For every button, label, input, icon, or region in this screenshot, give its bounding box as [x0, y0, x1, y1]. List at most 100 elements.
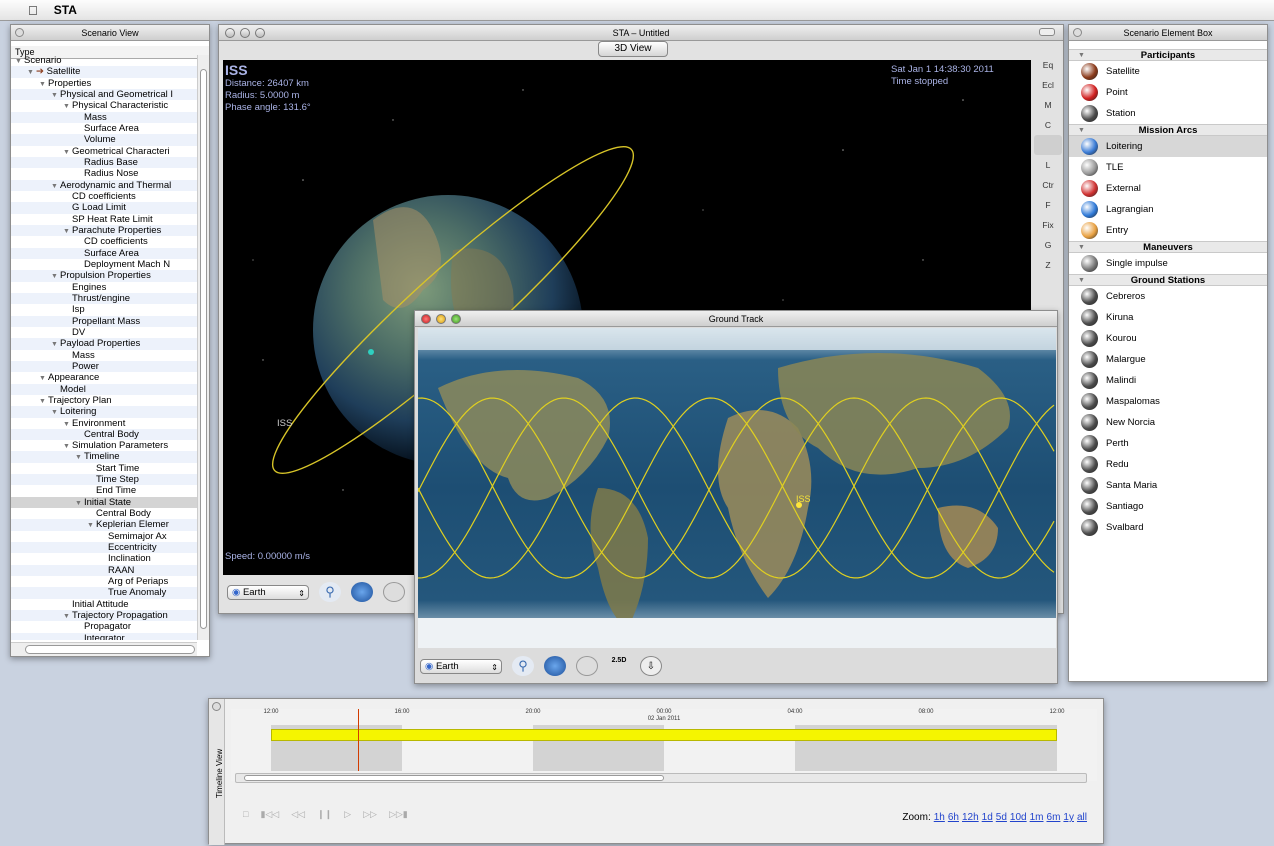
skip-start-icon[interactable]: ▮◁◁	[260, 809, 279, 820]
time-cursor[interactable]	[358, 709, 359, 771]
element-item[interactable]: New Norcia	[1069, 412, 1267, 433]
2-5d-view-icon[interactable]: 2.5D	[608, 656, 630, 676]
play-icon[interactable]: ▷	[344, 809, 351, 820]
close-icon[interactable]	[421, 314, 431, 324]
tree-item[interactable]: ▼ Parachute Properties	[11, 224, 197, 237]
tree-item[interactable]: Arg of Periaps	[11, 576, 197, 587]
disclosure-triangle-icon[interactable]: ▼	[39, 396, 48, 407]
tree-item[interactable]: Central Body	[11, 428, 197, 441]
disclosure-triangle-icon[interactable]: ▼	[75, 452, 84, 463]
tree-item[interactable]: ▼ Aerodynamic and Thermal	[11, 179, 197, 192]
element-item[interactable]: Perth	[1069, 433, 1267, 454]
tree-item[interactable]: ▼ Trajectory Plan	[11, 395, 197, 406]
zoom-link[interactable]: 5d	[996, 812, 1007, 823]
tree-item[interactable]: Mass	[11, 350, 197, 361]
tree-item[interactable]: Propagator	[11, 621, 197, 632]
zoom-link[interactable]: all	[1077, 812, 1087, 823]
stop-icon[interactable]: □	[243, 809, 248, 820]
element-item[interactable]: Entry	[1069, 220, 1267, 241]
zoom-icon[interactable]	[255, 28, 265, 38]
side-button[interactable]: Z	[1034, 255, 1062, 275]
tree-item[interactable]: Initial Attitude	[11, 599, 197, 610]
tree-item[interactable]: CD coefficients	[11, 191, 197, 202]
disclosure-triangle-icon[interactable]: ▼	[87, 520, 96, 531]
disclosure-triangle-icon[interactable]: ▼	[63, 147, 72, 158]
tree-item[interactable]: G Load Limit	[11, 202, 197, 214]
disclosure-triangle-icon[interactable]: ▼	[27, 67, 36, 78]
central-body-select[interactable]: ◉ Earth ⇕	[420, 658, 502, 674]
minimize-icon[interactable]	[436, 314, 446, 324]
element-item[interactable]: Santa Maria	[1069, 475, 1267, 496]
tree-item[interactable]: ▼ Geometrical Characteri	[11, 146, 197, 157]
tree-item[interactable]: Surface Area	[11, 123, 197, 134]
scenario-view-titlebar[interactable]: Scenario View	[11, 25, 209, 41]
disclosure-triangle-icon[interactable]: ▼	[1077, 242, 1086, 253]
rewind-icon[interactable]: ◁◁	[291, 809, 305, 820]
element-item[interactable]: Lagrangian	[1069, 199, 1267, 220]
satellite-view-icon[interactable]	[383, 582, 405, 602]
element-item[interactable]: Point	[1069, 82, 1267, 103]
tree-item[interactable]: DV	[11, 327, 197, 338]
toolbar-toggle-icon[interactable]	[1039, 28, 1055, 36]
disclosure-triangle-icon[interactable]: ▼	[15, 56, 24, 67]
disclosure-triangle-icon[interactable]: ▼	[51, 407, 60, 418]
tree-item[interactable]: Engines	[11, 282, 197, 293]
zoom-link[interactable]: 6h	[948, 812, 959, 823]
disclosure-triangle-icon[interactable]: ▼	[1077, 275, 1086, 286]
download-icon[interactable]: ⇩	[640, 656, 662, 676]
zoom-link[interactable]: 1h	[934, 812, 945, 823]
tree-item[interactable]: ▼ Environment	[11, 418, 197, 429]
tree-item[interactable]: ▼ Payload Properties	[11, 338, 197, 350]
zoom-icon[interactable]	[451, 314, 461, 324]
tree-item[interactable]: ▼ Trajectory Propagation	[11, 610, 197, 622]
tree-item[interactable]: Mass	[11, 111, 197, 123]
tree-item[interactable]: Propellant Mass	[11, 315, 197, 327]
central-body-select[interactable]: ◉ Earth ⇕	[227, 584, 309, 600]
zoom-link[interactable]: 1m	[1030, 812, 1044, 823]
disclosure-triangle-icon[interactable]: ▼	[51, 181, 60, 192]
disclosure-triangle-icon[interactable]: ▼	[63, 441, 72, 452]
tree-item[interactable]: ▼ Keplerian Elemer	[11, 519, 197, 531]
tree-item[interactable]: Semimajor Ax	[11, 531, 197, 542]
element-item[interactable]: Maspalomas	[1069, 391, 1267, 412]
satellite-view-icon[interactable]	[576, 656, 598, 676]
disclosure-triangle-icon[interactable]: ▼	[39, 373, 48, 384]
section-header[interactable]: ▼ Participants	[1069, 49, 1267, 61]
tree-item[interactable]: ▼ Properties	[11, 78, 197, 89]
element-item[interactable]: TLE	[1069, 157, 1267, 178]
element-item[interactable]: Malargue	[1069, 349, 1267, 370]
element-item[interactable]: Redu	[1069, 454, 1267, 475]
close-icon[interactable]	[212, 702, 221, 711]
tree-item[interactable]: ▼ Appearance	[11, 372, 197, 383]
tree-item[interactable]: ▼ Initial State	[11, 496, 197, 509]
disclosure-triangle-icon[interactable]: ▼	[75, 498, 84, 509]
minimize-icon[interactable]	[240, 28, 250, 38]
tree-item[interactable]: Isp	[11, 304, 197, 315]
tree-item[interactable]: Eccentricity	[11, 542, 197, 554]
tree-item[interactable]: Deployment Mach N	[11, 259, 197, 270]
tree-item[interactable]: ▼ Physical Characteristic	[11, 100, 197, 111]
disclosure-triangle-icon[interactable]: ▼	[1077, 50, 1086, 61]
close-icon[interactable]	[15, 28, 24, 37]
element-box-titlebar[interactable]: Scenario Element Box	[1069, 25, 1267, 41]
close-icon[interactable]	[1073, 28, 1082, 37]
loitering-arc-bar[interactable]	[271, 729, 1057, 741]
side-button[interactable]: M	[1034, 95, 1062, 115]
disclosure-triangle-icon[interactable]: ▼	[63, 226, 72, 237]
zoom-link[interactable]: 1d	[982, 812, 993, 823]
element-item[interactable]: Santiago	[1069, 496, 1267, 517]
side-button[interactable]: Fix	[1034, 215, 1062, 235]
location-icon[interactable]: ⚲	[319, 582, 341, 602]
side-button[interactable]: G	[1034, 235, 1062, 255]
element-item[interactable]: Kiruna	[1069, 307, 1267, 328]
disclosure-triangle-icon[interactable]: ▼	[51, 271, 60, 282]
tree-item[interactable]: ▼ ➔ Satellite	[11, 66, 197, 78]
section-header[interactable]: ▼ Maneuvers	[1069, 241, 1267, 253]
tree-item[interactable]: ▼ Loitering	[11, 406, 197, 418]
fast-forward-icon[interactable]: ▷▷	[363, 809, 377, 820]
disclosure-triangle-icon[interactable]: ▼	[51, 339, 60, 350]
element-item[interactable]: Malindi	[1069, 370, 1267, 391]
tree-item[interactable]: ▼ Scenario	[11, 55, 197, 66]
disclosure-triangle-icon[interactable]: ▼	[63, 611, 72, 622]
tree-item[interactable]: Power	[11, 360, 197, 373]
